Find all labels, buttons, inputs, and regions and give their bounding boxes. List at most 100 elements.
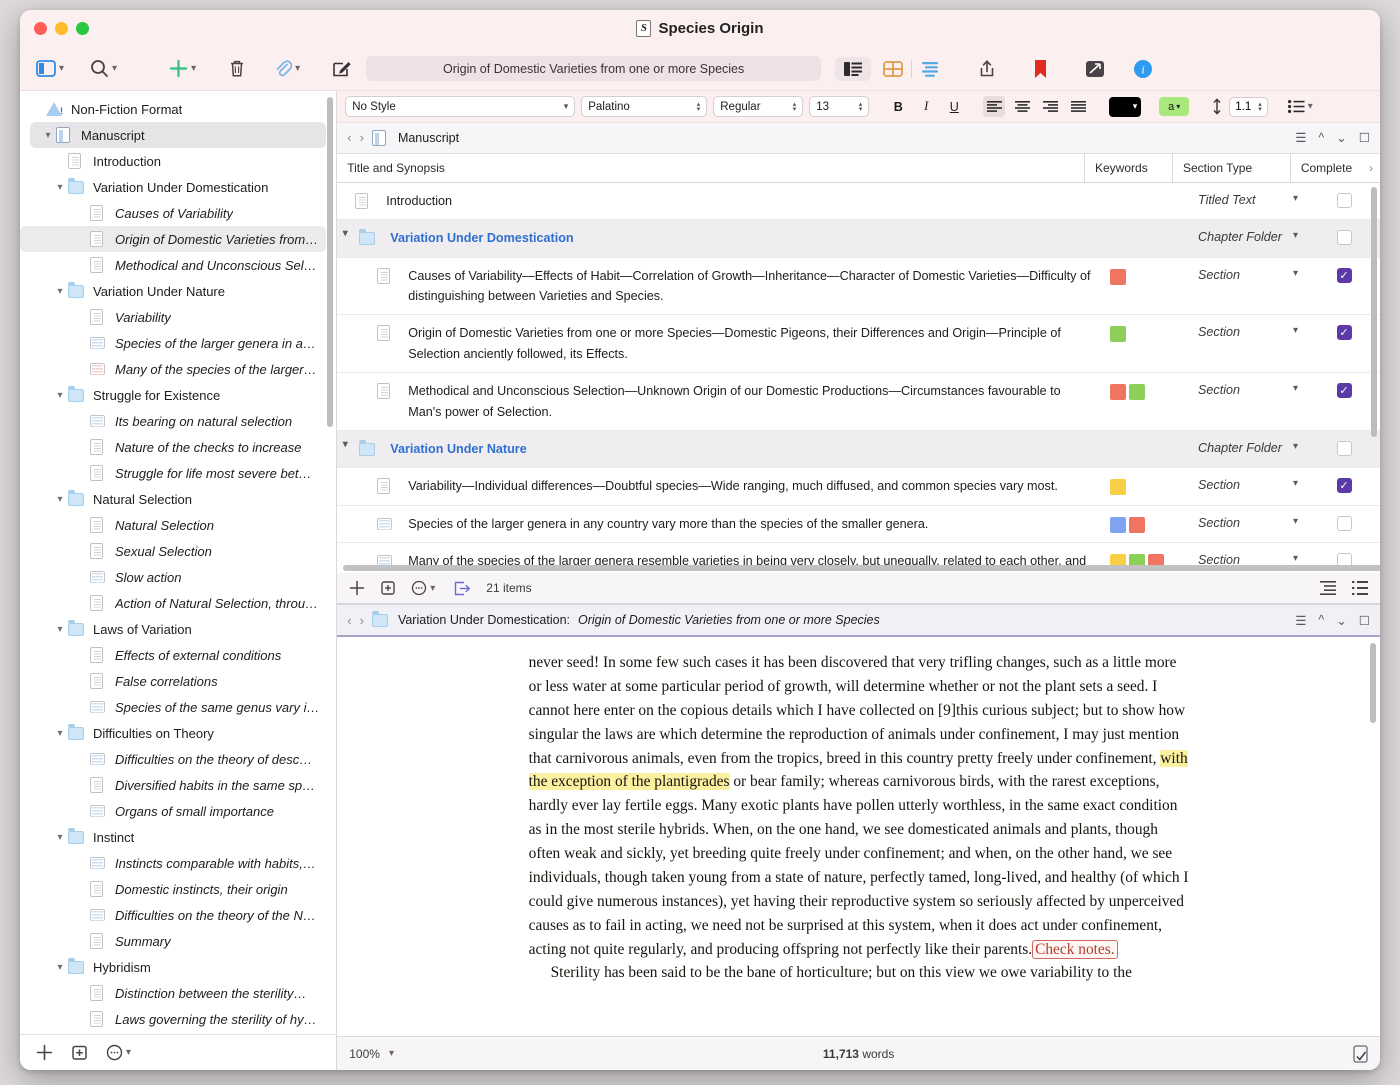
complete-checkbox[interactable]: ✓ <box>1337 268 1352 283</box>
complete-checkbox[interactable]: ✓ <box>1337 478 1352 493</box>
binder-item-19[interactable]: Action of Natural Selection, throu… <box>20 590 336 616</box>
add-item-button[interactable] <box>36 1044 53 1061</box>
chevron-down-icon[interactable]: ▾ <box>1293 193 1298 204</box>
binder-item-28[interactable]: ▾Instinct <box>20 824 336 850</box>
outline-view-button[interactable] <box>920 61 940 77</box>
align-right-button[interactable] <box>1039 96 1061 117</box>
chevron-down-icon[interactable]: ▾ <box>40 130 56 141</box>
add-button[interactable] <box>169 59 188 78</box>
forward-button[interactable]: › <box>360 130 364 145</box>
binder-item-5[interactable]: Origin of Domestic Varieties from… <box>20 226 326 252</box>
compose-button[interactable] <box>332 59 352 78</box>
binder-item-20[interactable]: ▾Laws of Variation <box>20 616 336 642</box>
previous-doc-icon[interactable]: ^ <box>1318 613 1324 627</box>
composition-mode-button[interactable] <box>1085 60 1105 78</box>
outliner-row[interactable]: Methodical and Unconscious Selection—Unk… <box>337 373 1380 431</box>
outliner-section-type-cell[interactable]: Section▾ <box>1190 373 1308 430</box>
binder-item-29[interactable]: Instincts comparable with habits,… <box>20 850 336 876</box>
outliner-section-type-cell[interactable]: Titled Text▾ <box>1190 183 1308 219</box>
share-button[interactable] <box>978 59 996 78</box>
chevron-down-icon[interactable]: ▾ <box>52 390 68 401</box>
align-center-button[interactable] <box>1011 96 1033 117</box>
binder-item-8[interactable]: Variability <box>20 304 336 330</box>
binder-item-13[interactable]: Nature of the checks to increase <box>20 434 336 460</box>
outliner-menu-icon[interactable]: ☰ <box>1295 130 1306 145</box>
outliner-section-type-cell[interactable]: Section▾ <box>1190 315 1308 372</box>
chevron-down-icon[interactable]: ▾ <box>430 583 435 594</box>
complete-checkbox[interactable] <box>1337 516 1352 531</box>
outline-indent-toggle[interactable] <box>1320 581 1336 595</box>
outliner-rows[interactable]: IntroductionTitled Text▾▾Variation Under… <box>337 183 1380 573</box>
split-view-icon[interactable]: ☐ <box>1359 613 1370 628</box>
bold-button[interactable]: B <box>887 96 909 117</box>
binder-item-14[interactable]: Struggle for life most severe bet… <box>20 460 336 486</box>
editor-text-area[interactable]: never seed! In some few such cases it ha… <box>337 637 1380 1036</box>
chevron-down-icon[interactable]: ▾ <box>126 1047 131 1058</box>
binder-item-6[interactable]: Methodical and Unconscious Sel… <box>20 252 336 278</box>
outliner-complete-cell[interactable] <box>1308 506 1380 542</box>
outliner-keywords-cell[interactable] <box>1102 220 1190 256</box>
underline-button[interactable]: U <box>943 96 965 117</box>
outliner-row[interactable]: Origin of Domestic Varieties from one or… <box>337 315 1380 373</box>
outliner-section-type-cell[interactable]: Section▾ <box>1190 258 1308 315</box>
outliner-section-type-cell[interactable]: Section▾ <box>1190 506 1308 542</box>
outliner-complete-cell[interactable] <box>1308 183 1380 219</box>
previous-doc-icon[interactable]: ^ <box>1318 131 1324 145</box>
binder-item-9[interactable]: Species of the larger genera in a… <box>20 330 336 356</box>
outliner-keywords-cell[interactable] <box>1102 183 1190 219</box>
next-doc-icon[interactable]: ⌄ <box>1336 613 1346 628</box>
complete-checkbox[interactable] <box>1337 441 1352 456</box>
outliner-row[interactable]: ▾Variation Under DomesticationChapter Fo… <box>337 220 1380 257</box>
outliner-keywords-cell[interactable] <box>1102 506 1190 542</box>
chevron-down-icon[interactable]: ▾ <box>337 439 353 450</box>
outliner-section-type-cell[interactable]: Chapter Folder▾ <box>1190 220 1308 256</box>
trash-button[interactable] <box>228 59 246 78</box>
binder-item-18[interactable]: Slow action <box>20 564 336 590</box>
chevron-down-icon[interactable]: ▾ <box>1293 268 1298 279</box>
binder-item-3[interactable]: ▾Variation Under Domestication <box>20 174 336 200</box>
outliner-complete-cell[interactable] <box>1308 220 1380 256</box>
binder-item-23[interactable]: Species of the same genus vary i… <box>20 694 336 720</box>
outliner-keywords-cell[interactable] <box>1102 315 1190 372</box>
font-family-select[interactable]: Palatino ▴▾ <box>581 96 707 117</box>
back-button[interactable]: ‹ <box>347 130 351 145</box>
chevron-down-icon[interactable]: ▾ <box>1293 383 1298 394</box>
font-weight-select[interactable]: Regular ▴▾ <box>713 96 803 117</box>
outliner-row[interactable]: ▾Variation Under NatureChapter Folder▾ <box>337 431 1380 468</box>
chevron-down-icon[interactable]: ▾ <box>52 494 68 505</box>
font-size-select[interactable]: 13 ▴▾ <box>809 96 869 117</box>
back-button[interactable]: ‹ <box>347 613 351 628</box>
outliner-row[interactable]: Causes of Variability—Effects of Habit—C… <box>337 258 1380 316</box>
binder-item-25[interactable]: Difficulties on the theory of desc… <box>20 746 336 772</box>
binder-item-34[interactable]: Distinction between the sterility… <box>20 980 336 1006</box>
line-height-field[interactable]: 1.1 ▴▾ <box>1229 97 1268 117</box>
binder-item-32[interactable]: Summary <box>20 928 336 954</box>
binder-item-21[interactable]: Effects of external conditions <box>20 642 336 668</box>
split-view-icon[interactable]: ☐ <box>1359 130 1370 145</box>
outliner-horizontal-scrollbar[interactable] <box>343 565 1380 571</box>
outliner-keywords-cell[interactable] <box>1102 258 1190 315</box>
complete-checkbox[interactable] <box>1337 193 1352 208</box>
binder-item-26[interactable]: Diversified habits in the same sp… <box>20 772 336 798</box>
chevron-down-icon[interactable]: ▾ <box>112 63 117 74</box>
binder-item-22[interactable]: False correlations <box>20 668 336 694</box>
chevron-down-icon[interactable]: ▾ <box>337 228 353 239</box>
binder-item-16[interactable]: Natural Selection <box>20 512 336 538</box>
outliner-row[interactable]: Variability—Individual differences—Doubt… <box>337 468 1380 505</box>
add-folder-button[interactable] <box>71 1044 88 1061</box>
outliner-complete-cell[interactable]: ✓ <box>1308 315 1380 372</box>
chevron-down-icon[interactable]: ▾ <box>1293 478 1298 489</box>
complete-checkbox[interactable]: ✓ <box>1337 325 1352 340</box>
style-select[interactable]: No Style ▾ <box>345 96 575 117</box>
add-folder-button[interactable] <box>380 580 396 596</box>
binder-item-30[interactable]: Domestic instincts, their origin <box>20 876 336 902</box>
column-complete[interactable]: Complete <box>1290 154 1362 182</box>
bookmark-button[interactable] <box>1034 59 1047 79</box>
chevron-down-icon[interactable]: ▾ <box>1293 441 1298 452</box>
complete-checkbox[interactable] <box>1337 230 1352 245</box>
outliner-section-type-cell[interactable]: Section▾ <box>1190 468 1308 504</box>
binder-item-24[interactable]: ▾Difficulties on Theory <box>20 720 336 746</box>
chevron-down-icon[interactable]: ▾ <box>1293 230 1298 241</box>
align-justify-button[interactable] <box>1067 96 1089 117</box>
document-title-field[interactable]: Origin of Domestic Varieties from one or… <box>366 56 821 81</box>
